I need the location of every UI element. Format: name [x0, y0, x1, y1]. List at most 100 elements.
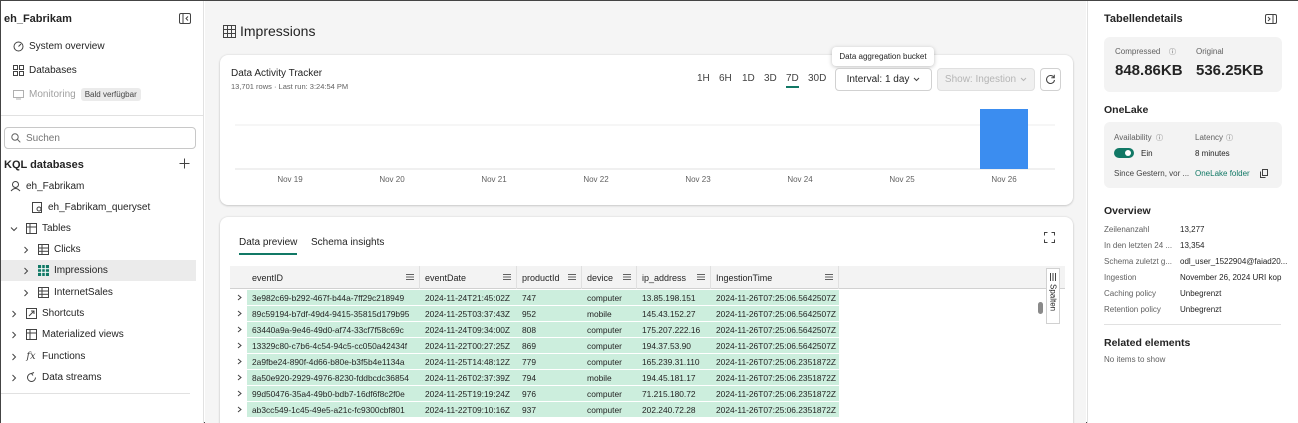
table-row[interactable]: 89c59194-b7df-49d4-9415-35815d179b95 2024…: [230, 306, 1065, 321]
table-cell[interactable]: 13.85.198.151: [637, 290, 711, 305]
tab-schema-insights[interactable]: Schema insights: [311, 237, 384, 248]
column-menu-icon[interactable]: [697, 273, 705, 281]
column-header-device[interactable]: device: [582, 266, 637, 289]
expand-row-icon[interactable]: [236, 326, 243, 333]
table-cell[interactable]: 976: [517, 386, 582, 401]
tree-item-data-streams[interactable]: Data streams: [1, 367, 204, 388]
table-cell[interactable]: 2a9fbe24-890f-4d66-b80e-b3f5b4e1134a: [247, 354, 420, 369]
table-cell[interactable]: 794: [517, 370, 582, 385]
table-cell[interactable]: 952: [517, 306, 582, 321]
table-cell[interactable]: 937: [517, 402, 582, 417]
table-cell[interactable]: computer: [582, 322, 637, 337]
chart-bar[interactable]: [980, 109, 1028, 169]
table-cell[interactable]: 2024-11-26T07:25:06.5642507Z: [711, 322, 839, 337]
nav-databases[interactable]: Databases: [1, 60, 204, 81]
table-cell[interactable]: 2024-11-25T03:37:43Z: [420, 306, 517, 321]
tree-item-database[interactable]: eh_Fabrikam: [1, 176, 204, 197]
range-7d[interactable]: 7D: [786, 73, 799, 88]
column-header-ip_address[interactable]: ip_address: [637, 266, 711, 289]
column-header-eventid[interactable]: eventID: [247, 266, 420, 289]
chevron-right-icon[interactable]: [9, 352, 19, 362]
column-menu-icon[interactable]: [406, 273, 414, 281]
table-cell[interactable]: 779: [517, 354, 582, 369]
column-menu-icon[interactable]: [825, 273, 833, 281]
expand-row-icon[interactable]: [236, 390, 243, 397]
table-cell[interactable]: 869: [517, 338, 582, 353]
table-cell[interactable]: computer: [582, 290, 637, 305]
chevron-right-icon[interactable]: [9, 373, 19, 383]
search-input[interactable]: [26, 132, 186, 144]
table-cell[interactable]: 99d50476-35a4-49b0-bdb7-16df6f8c2f0e: [247, 386, 420, 401]
table-cell[interactable]: mobile: [582, 370, 637, 385]
table-cell[interactable]: 202.240.72.28: [637, 402, 711, 417]
table-row[interactable]: ab3cc549-1c45-49e5-a21c-fc9300cbf801 2024…: [230, 402, 1065, 417]
table-cell[interactable]: 2024-11-24T21:45:02Z: [420, 290, 517, 305]
collapse-panel-icon[interactable]: [1265, 14, 1277, 24]
table-cell[interactable]: ab3cc549-1c45-49e5-a21c-fc9300cbf801: [247, 402, 420, 417]
table-cell[interactable]: 165.239.31.110: [637, 354, 711, 369]
table-cell[interactable]: 2024-11-26T07:25:06.2351872Z: [711, 402, 839, 417]
onelake-folder-link[interactable]: OneLake folder: [1195, 169, 1250, 178]
table-cell[interactable]: 808: [517, 322, 582, 337]
expand-row-icon[interactable]: [236, 310, 243, 317]
range-1h[interactable]: 1H: [697, 73, 710, 84]
tree-item-clicks[interactable]: Clicks: [1, 239, 204, 260]
column-header-ingestiontime[interactable]: IngestionTime: [711, 266, 839, 289]
expand-icon[interactable]: [1044, 232, 1055, 243]
table-cell[interactable]: 2024-11-26T07:25:06.2351872Z: [711, 370, 839, 385]
expand-row-icon[interactable]: [236, 358, 243, 365]
range-1d[interactable]: 1D: [742, 73, 755, 84]
copy-icon[interactable]: [1260, 169, 1268, 178]
nav-system-overview[interactable]: System overview: [1, 36, 204, 57]
table-cell[interactable]: 2024-11-22T09:10:16Z: [420, 402, 517, 417]
table-cell[interactable]: 89c59194-b7df-49d4-9415-35815d179b95: [247, 306, 420, 321]
table-cell[interactable]: 2024-11-26T07:25:06.2351872Z: [711, 354, 839, 369]
column-menu-icon[interactable]: [503, 273, 511, 281]
table-cell[interactable]: 2024-11-26T07:25:06.5642507Z: [711, 338, 839, 353]
table-cell[interactable]: 71.215.180.72: [637, 386, 711, 401]
table-cell[interactable]: 747: [517, 290, 582, 305]
tree-item-queryset[interactable]: eh_Fabrikam_queryset: [1, 197, 204, 218]
tree-item-internetsales[interactable]: InternetSales: [1, 282, 204, 303]
table-row[interactable]: 8a50e920-2929-4976-8230-fddbcdc36854 2024…: [230, 370, 1065, 385]
tree-item-functions[interactable]: fx Functions: [1, 346, 204, 367]
table-cell[interactable]: 63440a9a-9e46-49d0-af74-33cf7f58c69c: [247, 322, 420, 337]
table-cell[interactable]: 2024-11-25T14:48:12Z: [420, 354, 517, 369]
collapse-pane-icon[interactable]: [179, 13, 191, 24]
table-cell[interactable]: computer: [582, 338, 637, 353]
table-row[interactable]: 3e982c69-b292-467f-b44a-7ff29c218949 2024…: [230, 290, 1065, 305]
table-cell[interactable]: mobile: [582, 306, 637, 321]
range-6h[interactable]: 6H: [719, 73, 732, 84]
table-cell[interactable]: 145.43.152.27: [637, 306, 711, 321]
table-cell[interactable]: 194.37.53.90: [637, 338, 711, 353]
table-cell[interactable]: 175.207.222.16: [637, 322, 711, 337]
expand-row-icon[interactable]: [236, 294, 243, 301]
table-cell[interactable]: 2024-11-26T07:25:06.5642507Z: [711, 290, 839, 305]
tab-data-preview[interactable]: Data preview: [239, 237, 298, 255]
tree-item-materialized-views[interactable]: Materialized views: [1, 324, 204, 345]
chevron-right-icon[interactable]: [21, 245, 31, 255]
column-menu-icon[interactable]: [623, 273, 631, 281]
refresh-button[interactable]: [1040, 68, 1061, 91]
table-cell[interactable]: 3e982c69-b292-467f-b44a-7ff29c218949: [247, 290, 420, 305]
chevron-right-icon[interactable]: [9, 330, 19, 340]
table-row[interactable]: 2a9fbe24-890f-4d66-b80e-b3f5b4e1134a 2024…: [230, 354, 1065, 369]
table-cell[interactable]: computer: [582, 402, 637, 417]
chevron-right-icon[interactable]: [21, 288, 31, 298]
chevron-right-icon[interactable]: [9, 309, 19, 319]
columns-side-tab[interactable]: Spalten: [1046, 268, 1060, 324]
table-cell[interactable]: 2024-11-26T02:37:39Z: [420, 370, 517, 385]
column-header-productid[interactable]: productId: [517, 266, 582, 289]
search-box[interactable]: [4, 127, 196, 149]
expand-row-icon[interactable]: [236, 374, 243, 381]
table-row[interactable]: 13329c80-c7b6-4c54-94c5-cc050a42434f 2024…: [230, 338, 1065, 353]
range-3d[interactable]: 3D: [764, 73, 777, 84]
table-row[interactable]: 63440a9a-9e46-49d0-af74-33cf7f58c69c 2024…: [230, 322, 1065, 337]
table-cell[interactable]: computer: [582, 386, 637, 401]
interval-dropdown[interactable]: Interval: 1 day: [835, 68, 932, 91]
expand-row-icon[interactable]: [236, 342, 243, 349]
tree-item-shortcuts[interactable]: Shortcuts: [1, 303, 204, 324]
table-cell[interactable]: 194.45.181.17: [637, 370, 711, 385]
column-header-eventdate[interactable]: eventDate: [420, 266, 517, 289]
table-cell[interactable]: 2024-11-25T19:19:24Z: [420, 386, 517, 401]
